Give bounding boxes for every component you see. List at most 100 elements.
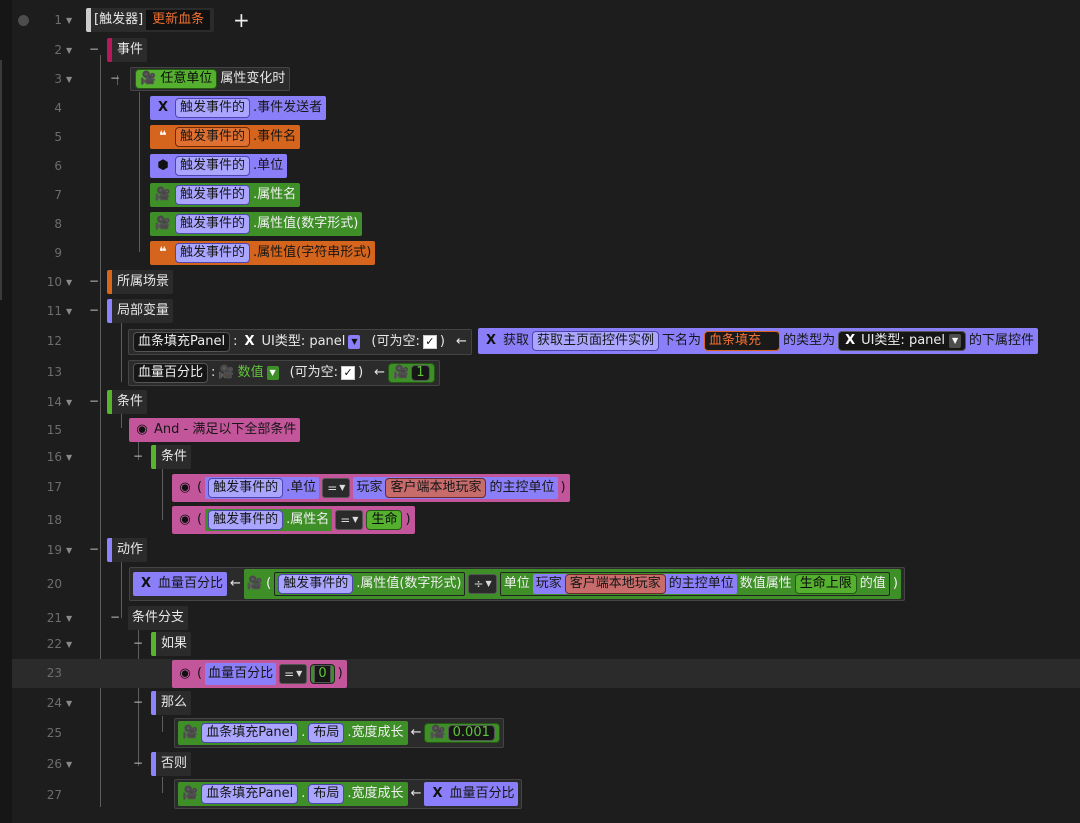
cond-sub-header[interactable]: 条件 <box>151 445 192 469</box>
add-button[interactable]: + <box>233 6 250 34</box>
dropdown-icon[interactable]: ▼ <box>486 574 492 594</box>
panel-pill[interactable]: 血条填充Panel <box>201 723 299 743</box>
trigger-name-input[interactable]: 更新血条 <box>146 10 211 30</box>
dropdown-icon[interactable]: ▼ <box>296 664 302 684</box>
then-header[interactable]: 那么 <box>151 691 192 715</box>
collapse-icon[interactable]: − <box>89 394 99 408</box>
if-header[interactable]: 如果 <box>151 632 192 656</box>
param-event-pill[interactable]: 触发事件的 <box>208 478 284 498</box>
section-event[interactable]: 事件 <box>107 38 148 62</box>
dropdown-icon[interactable]: ▼ <box>339 478 345 498</box>
equals-select[interactable]: = ▼ <box>322 478 351 498</box>
fold-toggle-icon[interactable]: ▼ <box>66 536 72 565</box>
get-fn-pill[interactable]: 获取主页面控件实例 <box>532 331 660 351</box>
dropdown-icon[interactable]: ▼ <box>949 334 962 348</box>
fold-toggle-icon[interactable]: ▼ <box>66 630 72 659</box>
trigger-header[interactable]: [触发器] 更新血条 <box>86 8 215 32</box>
named-value-input[interactable]: 血条填充 <box>704 331 781 351</box>
param-attr-name[interactable]: 🎥 触发事件的 .属性名 <box>150 183 301 207</box>
param-event-pill[interactable]: 触发事件的 <box>175 185 251 205</box>
else-header[interactable]: 否则 <box>151 752 192 776</box>
collapse-icon[interactable]: − <box>110 71 120 85</box>
panel-pill[interactable]: 血条填充Panel <box>201 784 299 804</box>
if-cond[interactable]: ◉ ( 血量百分比 = ▼ 0 ) <box>172 660 347 688</box>
param-event-pill[interactable]: 触发事件的 <box>175 214 251 234</box>
unit-attr-expr[interactable]: 单位 玩家 客户端本地玩家 的主控单位 数值属性 生命上限 的值 <box>499 572 890 596</box>
target-var[interactable]: 𝗫 血量百分比 <box>133 572 228 596</box>
equals-select[interactable]: = ▼ <box>279 664 308 684</box>
hp-var-ref[interactable]: 血量百分比 <box>205 663 277 685</box>
then-action[interactable]: 🎥 血条填充Panel . 布局 .宽度成长 ← 🎥 0.001 <box>174 718 504 748</box>
zero-literal[interactable]: 0 <box>310 664 335 684</box>
branch-block[interactable]: 条件分支 <box>128 606 189 630</box>
unit-expr[interactable]: 触发事件的 .单位 <box>205 477 320 499</box>
zero-input[interactable]: 0 <box>314 665 331 683</box>
var-hp-decl[interactable]: 血量百分比 : 🎥 数值 ▼ (可为空: ✓ ) ← 🎥 1 <box>128 360 440 386</box>
param-event-sender[interactable]: 𝗫 触发事件的 .事件发送者 <box>150 96 327 120</box>
divide-expr[interactable]: 🎥 ( 触发事件的 .属性值(数字形式) ÷ ▼ 单位 玩家 客户端本地玩家 的主控单位… <box>243 569 901 599</box>
nullable-checkbox[interactable]: ✓ <box>422 335 437 349</box>
fold-toggle-icon[interactable]: ▼ <box>66 65 72 94</box>
type-select[interactable]: 𝗫 UI类型: panel ▼ <box>838 331 967 351</box>
type-dropdown-icon[interactable]: ▼ <box>348 335 361 349</box>
max-life-pill[interactable]: 生命上限 <box>794 574 857 594</box>
fold-toggle-icon[interactable]: ▼ <box>66 388 72 417</box>
param-event-pill[interactable]: 触发事件的 <box>278 574 354 594</box>
fold-toggle-icon[interactable]: ▼ <box>66 604 72 633</box>
param-attr-num[interactable]: 🎥 触发事件的 .属性值(数字形式) <box>150 212 363 236</box>
collapse-icon[interactable]: − <box>89 274 99 288</box>
param-event-pill[interactable]: 触发事件的 <box>208 510 284 530</box>
dropdown-icon[interactable]: ▼ <box>352 510 358 530</box>
event-block[interactable]: 🎥 任意单位 属性变化时 <box>130 67 291 91</box>
collapse-icon[interactable]: − <box>110 610 120 624</box>
width-expr[interactable]: 🎥 血条填充Panel . 布局 .宽度成长 <box>178 782 408 806</box>
number-input[interactable]: 0.001 <box>447 725 495 741</box>
type-dropdown-icon[interactable]: ▼ <box>266 366 279 380</box>
get-control-block[interactable]: 𝗫 获取 获取主页面控件实例 下名为 血条填充 的类型为 𝗫 UI类型: pane… <box>478 328 1039 354</box>
event-unit-pill[interactable]: 🎥 任意单位 <box>135 69 218 89</box>
number-literal[interactable]: 🎥 1 <box>388 363 435 383</box>
number-input[interactable]: 1 <box>411 365 430 381</box>
assign-hp-action[interactable]: 𝗫 血量百分比 ← 🎥 ( 触发事件的 .属性值(数字形式) ÷ ▼ 单位 玩家 客户端… <box>129 567 905 601</box>
param-event-pill[interactable]: 触发事件的 <box>175 98 251 118</box>
attr-num-expr[interactable]: 触发事件的 .属性值(数字形式) <box>274 572 466 596</box>
var-panel-decl[interactable]: 血条填充Panel : 𝗫 UI类型: panel ▼ (可为空: ✓ ) ← <box>128 329 472 355</box>
collapse-icon[interactable]: − <box>89 42 99 56</box>
fold-toggle-icon[interactable]: ▼ <box>66 6 72 35</box>
collapse-icon[interactable]: − <box>133 636 143 650</box>
hp-var-ref[interactable]: 𝗫 血量百分比 <box>424 782 519 806</box>
collapse-icon[interactable]: − <box>89 303 99 317</box>
cond-attr-eq[interactable]: ◉ ( 触发事件的 .属性名 = ▼ 生命 ) <box>172 506 415 534</box>
life-pill[interactable]: 生命 <box>366 510 403 530</box>
fold-toggle-icon[interactable]: ▼ <box>66 689 72 718</box>
else-action[interactable]: 🎥 血条填充Panel . 布局 .宽度成长 ← 𝗫 血量百分比 <box>174 779 523 809</box>
section-scene[interactable]: 所属场景 <box>107 270 174 294</box>
layout-pill[interactable]: 布局 <box>308 723 345 743</box>
section-action[interactable]: 动作 <box>107 538 148 562</box>
param-event-pill[interactable]: 触发事件的 <box>175 243 251 263</box>
section-vars[interactable]: 局部变量 <box>107 299 174 323</box>
fold-toggle-icon[interactable]: ▼ <box>66 443 72 472</box>
and-block[interactable]: ◉ And - 满足以下全部条件 <box>129 418 301 442</box>
width-expr[interactable]: 🎥 血条填充Panel . 布局 .宽度成长 <box>178 721 408 745</box>
equals-select[interactable]: = ▼ <box>335 510 364 530</box>
attr-name-expr[interactable]: 触发事件的 .属性名 <box>205 509 333 531</box>
layout-pill[interactable]: 布局 <box>308 784 345 804</box>
param-event-pill[interactable]: 触发事件的 <box>175 127 251 147</box>
param-unit[interactable]: ⬢ 触发事件的 .单位 <box>150 154 288 178</box>
collapse-icon[interactable]: − <box>89 542 99 556</box>
number-literal[interactable]: 🎥 0.001 <box>424 723 500 743</box>
param-event-name[interactable]: ❝ 触发事件的 .事件名 <box>150 125 301 149</box>
player-expr[interactable]: 玩家 客户端本地玩家 的主控单位 <box>532 574 737 594</box>
section-cond[interactable]: 条件 <box>107 390 148 414</box>
client-player-pill[interactable]: 客户端本地玩家 <box>564 574 666 594</box>
fold-toggle-icon[interactable]: ▼ <box>66 750 72 779</box>
cond-unit-eq[interactable]: ◉ ( 触发事件的 .单位 = ▼ 玩家 客户端本地玩家 的主控单位 ) <box>172 474 570 502</box>
collapse-icon[interactable]: − <box>133 695 143 709</box>
nullable-checkbox[interactable]: ✓ <box>341 366 356 380</box>
collapse-icon[interactable]: − <box>133 756 143 770</box>
divide-select[interactable]: ÷ ▼ <box>468 574 497 594</box>
fold-toggle-icon[interactable]: ▼ <box>66 36 72 65</box>
player-expr[interactable]: 玩家 客户端本地玩家 的主控单位 <box>353 477 558 499</box>
fold-toggle-icon[interactable]: ▼ <box>66 297 72 326</box>
